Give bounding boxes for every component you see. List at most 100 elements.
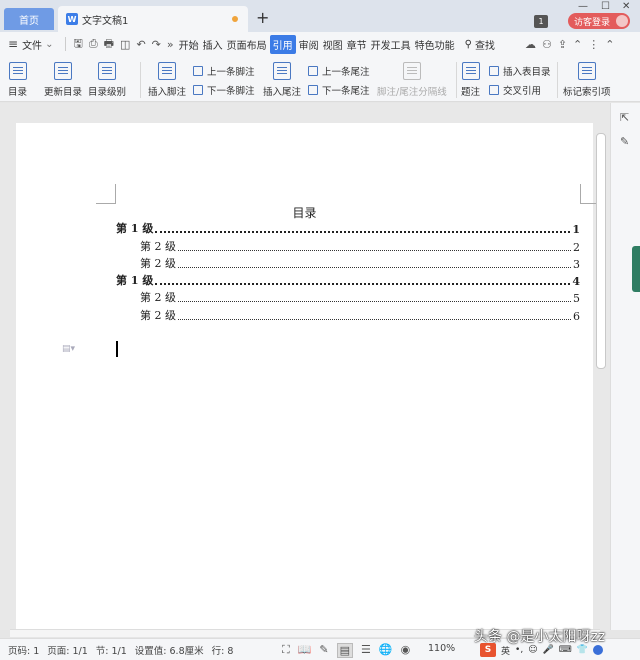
insert-footnote-button[interactable]: 插入脚注 [148,62,186,98]
read-mode-icon[interactable]: 📖 [298,643,312,658]
maximize-icon[interactable]: ☐ [601,1,610,12]
toc-entry[interactable]: 第 2 级 5 [116,291,580,305]
unsaved-dot-icon [232,16,238,22]
insert-footnote-label: 插入脚注 [148,87,187,98]
tab-home[interactable]: 首页 [4,8,54,30]
tab-chapter[interactable]: 章节 [346,35,368,54]
status-setting-value[interactable]: 设置值: 6.8厘米 [135,643,204,657]
zoom-level[interactable]: 110% [428,643,455,654]
footnote-separator-button[interactable]: 脚注/尾注分隔线 [377,62,447,98]
toc-entry-text: 第 2 级 [140,240,176,253]
paragraph-layout-icon[interactable]: ▤▾ [62,344,75,354]
prev-endnote-button[interactable]: 上一条尾注 [308,64,370,78]
tab-page-layout[interactable]: 页面布局 [226,35,268,54]
update-toc-button[interactable]: 更新目录 [44,62,82,98]
mark-index-entry-button[interactable]: 标记索引项 [563,62,611,98]
eye-protection-icon[interactable]: ◉ [401,643,411,658]
outline-view-icon[interactable]: ☰ [361,643,371,658]
new-tab-button[interactable]: + [256,8,269,27]
upload-icon[interactable]: ⇪ [558,38,567,51]
share-user-icon[interactable]: ⚇ [542,38,552,51]
print-preview-icon[interactable]: ◫ [120,38,130,51]
collapse-ribbon-icon[interactable]: ⌃ [573,38,582,51]
prev-footnote-label: 上一条脚注 [207,67,255,78]
hamburger-icon: ≡ [8,37,19,51]
insert-table-of-figures-button[interactable]: 插入表目录 [489,64,551,78]
web-view-icon[interactable]: 🌐 [379,643,393,658]
status-pages[interactable]: 页面: 1/1 [47,643,88,657]
fullscreen-icon[interactable]: ⛶ [282,643,290,658]
status-section[interactable]: 节: 1/1 [96,643,127,657]
window-count-badge[interactable]: 1 [534,15,548,28]
toc-entry[interactable]: 第 1 级 1 [116,222,580,236]
more-chevron-icon[interactable]: » [167,38,174,51]
cloud-icon[interactable]: ☁ [525,38,536,51]
toc-entry-text: 第 1 级 [116,274,154,287]
insert-endnote-label: 插入尾注 [263,87,302,98]
caption-button[interactable]: 题注 [461,62,480,98]
toc-entry[interactable]: 第 2 级 6 [116,309,580,323]
toolbox-icon[interactable] [593,645,604,655]
undo-icon[interactable]: ↶ [136,38,145,51]
emoji-icon[interactable]: ☺ [528,645,537,655]
file-menu-label: 文件 [22,40,43,52]
ribbon-divider [456,62,457,98]
minimize-icon[interactable]: — [578,1,588,12]
keyboard-icon[interactable]: ⌨ [559,645,572,655]
tab-start[interactable]: 开始 [178,35,200,54]
chevron-up-icon[interactable]: ⌃ [605,38,614,51]
visitor-login-button[interactable]: 访客登录 [568,13,630,29]
search-box[interactable]: ⚲ 查找 [465,37,495,52]
punctuation-icon[interactable]: •, [515,645,523,655]
toc-leader-dots [155,283,571,285]
status-page-number[interactable]: 页码: 1 [8,643,39,657]
tab-references[interactable]: 引用 [269,34,296,54]
export-pdf-icon[interactable]: ⎙ [89,37,98,51]
search-icon: ⚲ [464,38,472,50]
toc-level-button[interactable]: 目录级别 [88,62,126,98]
prev-footnote-button[interactable]: 上一条脚注 [193,64,255,78]
mark-index-entry-label: 标记索引项 [563,87,611,98]
redo-icon[interactable]: ↷ [152,38,161,51]
caption-label: 题注 [461,87,481,98]
vertical-scrollbar[interactable] [596,133,606,369]
chevron-down-icon: ⌄ [45,38,54,50]
next-endnote-button[interactable]: 下一条尾注 [308,83,370,97]
ime-language[interactable]: 英 [501,644,510,657]
title-tab-bar: 首页 W 文字文稿1 + — ☐ ✕ 1 访客登录 [0,0,640,32]
tab-insert[interactable]: 插入 [202,35,224,54]
toc-button[interactable]: 目录 [8,62,27,98]
tab-view[interactable]: 视图 [322,35,344,54]
cross-reference-button[interactable]: 交叉引用 [489,83,541,97]
save-icon[interactable]: 🖫 [73,35,82,54]
ribbon-divider [557,62,558,98]
sogou-ime-icon[interactable]: S [480,643,496,657]
toc-leader-dots [155,231,571,233]
toc-entry[interactable]: 第 2 级 2 [116,240,580,254]
tab-special-features[interactable]: 特色功能 [414,35,456,54]
page-view-icon[interactable]: ▤ [336,643,354,658]
toc-label: 目录 [8,87,28,98]
tab-review[interactable]: 审阅 [298,35,320,54]
side-tool-tab[interactable] [632,246,640,292]
tab-document[interactable]: W 文字文稿1 [58,6,248,32]
select-icon[interactable]: ⇱ [620,111,629,124]
pen-icon[interactable]: ✎ [620,135,629,148]
skin-icon[interactable]: 👕 [577,645,588,655]
insert-endnote-button[interactable]: 插入尾注 [263,62,301,98]
microphone-icon[interactable]: 🎤 [543,645,554,655]
next-footnote-button[interactable]: 下一条脚注 [193,83,255,97]
print-icon[interactable]: 🖶 [104,35,114,54]
toc-entry[interactable]: 第 2 级 3 [116,257,580,271]
toc-entry[interactable]: 第 1 级 4 [116,274,580,288]
file-menu[interactable]: ≡ 文件 ⌄ [8,37,53,52]
tab-developer[interactable]: 开发工具 [370,35,412,54]
status-line[interactable]: 行: 8 [212,643,234,657]
write-mode-icon[interactable]: ✎ [319,643,328,658]
toc-leader-dots [178,301,571,302]
more-options-icon[interactable]: ⋮ [588,38,599,51]
document-page[interactable]: 目录 第 1 级 1 第 2 级 2 第 2 级 3 第 1 级 4 第 2 级… [16,123,600,633]
ribbon-divider [140,62,141,98]
next-endnote-label: 下一条尾注 [322,86,370,97]
close-icon[interactable]: ✕ [622,1,630,12]
